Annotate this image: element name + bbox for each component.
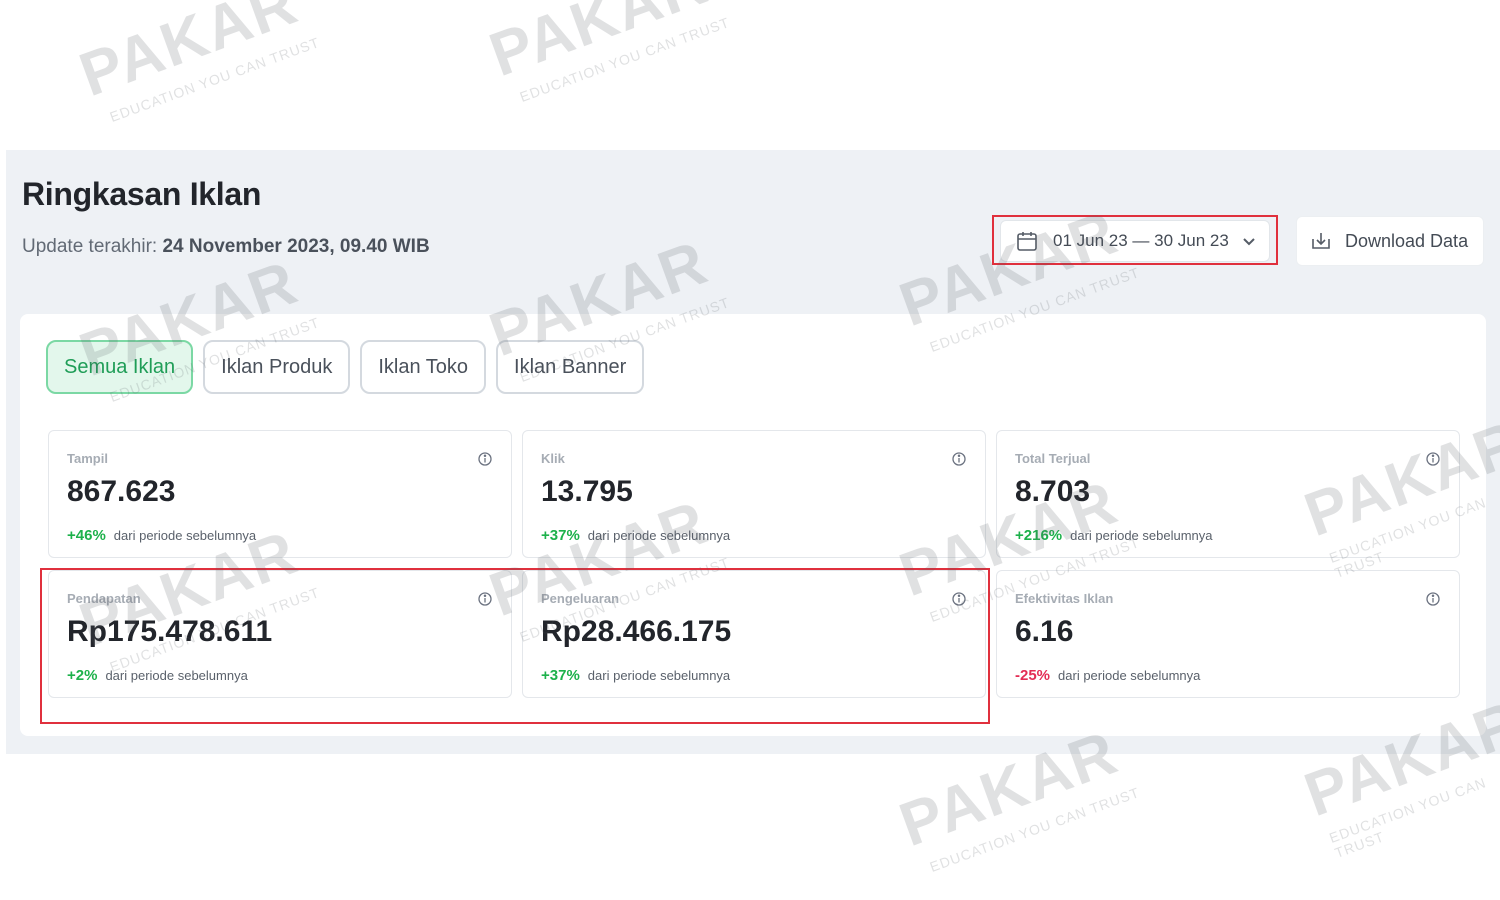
last-update: Update terakhir: 24 November 2023, 09.40… bbox=[22, 236, 430, 258]
metric-card-klik: Klik 13.795 +37% dari periode sebelumnya bbox=[522, 430, 986, 558]
metric-card-pengeluaran: Pengeluaran Rp28.466.175 +37% dari period… bbox=[522, 570, 986, 698]
metric-label: Pendapatan bbox=[67, 591, 141, 606]
metric-change-desc: dari periode sebelumnya bbox=[587, 528, 731, 543]
watermark-tagline: EDUCATION YOU CAN TRUST bbox=[927, 783, 1142, 875]
info-icon[interactable] bbox=[951, 591, 967, 607]
page-title: Ringkasan Iklan bbox=[22, 176, 262, 212]
metric-card-total-terjual: Total Terjual 8.703 +216% dari periode se… bbox=[996, 430, 1460, 558]
download-icon bbox=[1312, 233, 1330, 249]
metric-change: +2% dari periode sebelumnya bbox=[67, 667, 248, 684]
chevron-down-icon bbox=[1243, 238, 1255, 246]
metric-change-percent: +216% bbox=[1015, 527, 1063, 544]
info-icon[interactable] bbox=[477, 591, 493, 607]
watermark-brand: PAKAR bbox=[481, 0, 717, 91]
watermark: PAKAREDUCATION YOU CAN TRUST bbox=[891, 718, 1155, 875]
metric-card-efektivitas-iklan: Efektivitas Iklan 6.16 -25% dari periode … bbox=[996, 570, 1460, 698]
metric-value: Rp175.478.611 bbox=[67, 615, 273, 648]
watermark-tagline: EDUCATION YOU CAN TRUST bbox=[107, 33, 322, 125]
metric-change-percent: -25% bbox=[1015, 667, 1051, 684]
info-icon[interactable] bbox=[1425, 591, 1441, 607]
info-icon[interactable] bbox=[1425, 451, 1441, 467]
metric-change-percent: +37% bbox=[541, 527, 580, 544]
watermark-brand: PAKAR bbox=[71, 0, 307, 111]
download-label: Download Data bbox=[1345, 230, 1469, 251]
metric-card-pendapatan: Pendapatan Rp175.478.611 +2% dari periode… bbox=[48, 570, 512, 698]
metric-card-tampil: Tampil 867.623 +46% dari periode sebelumn… bbox=[48, 430, 512, 558]
metric-value: Rp28.466.175 bbox=[541, 615, 732, 648]
metric-change-desc: dari periode sebelumnya bbox=[105, 668, 248, 683]
metric-change: +37% dari periode sebelumnya bbox=[541, 667, 730, 684]
metric-label: Klik bbox=[541, 451, 565, 466]
metric-change-desc: dari periode sebelumnya bbox=[1070, 528, 1213, 543]
watermark: PAKAREDUCATION YOU CAN TRUST bbox=[1296, 688, 1500, 861]
metric-value: 8.703 bbox=[1015, 475, 1091, 508]
tab-iklan-banner[interactable]: Iklan Banner bbox=[496, 340, 645, 394]
metric-change-desc: dari periode sebelumnya bbox=[587, 668, 731, 683]
watermark-tagline: EDUCATION YOU CAN TRUST bbox=[1327, 774, 1489, 861]
download-data-button[interactable]: Download Data bbox=[1296, 216, 1484, 266]
metric-label: Pengeluaran bbox=[541, 591, 620, 606]
watermark: PAKAREDUCATION YOU CAN TRUST bbox=[481, 0, 745, 105]
metric-change: +216% dari periode sebelumnya bbox=[1015, 527, 1213, 544]
info-icon[interactable] bbox=[951, 451, 967, 467]
metric-change: -25% dari periode sebelumnya bbox=[1015, 667, 1200, 684]
date-range-picker[interactable]: 01 Jun 23 — 30 Jun 23 bbox=[1000, 220, 1270, 262]
update-label: Update terakhir: bbox=[22, 236, 158, 257]
tab-semua-iklan[interactable]: Semua Iklan bbox=[46, 340, 194, 394]
date-range-text: 01 Jun 23 — 30 Jun 23 bbox=[1053, 231, 1229, 250]
calendar-icon bbox=[1017, 232, 1037, 251]
metric-value: 867.623 bbox=[67, 475, 176, 508]
metric-label: Tampil bbox=[67, 451, 108, 466]
metric-change: +46% dari periode sebelumnya bbox=[67, 527, 256, 544]
metric-change-percent: +37% bbox=[541, 667, 580, 684]
info-icon[interactable] bbox=[477, 451, 493, 467]
watermark-tagline: EDUCATION YOU CAN TRUST bbox=[517, 13, 732, 105]
metric-change-desc: dari periode sebelumnya bbox=[113, 528, 257, 543]
metric-change: +37% dari periode sebelumnya bbox=[541, 527, 730, 544]
ad-type-tabs: Semua Iklan Iklan Produk Iklan Toko Ikla… bbox=[46, 340, 645, 394]
update-value: 24 November 2023, 09.40 WIB bbox=[162, 236, 430, 257]
metric-change-percent: +46% bbox=[67, 527, 106, 544]
metric-label: Total Terjual bbox=[1015, 451, 1091, 466]
metric-value: 6.16 bbox=[1015, 615, 1074, 648]
watermark: PAKAREDUCATION YOU CAN TRUST bbox=[71, 0, 335, 125]
tab-iklan-toko[interactable]: Iklan Toko bbox=[360, 340, 487, 394]
tab-iklan-produk[interactable]: Iklan Produk bbox=[203, 340, 351, 394]
metric-change-desc: dari periode sebelumnya bbox=[1058, 668, 1201, 683]
metric-label: Efektivitas Iklan bbox=[1015, 591, 1114, 606]
metric-change-percent: +2% bbox=[67, 667, 98, 684]
metric-value: 13.795 bbox=[541, 475, 633, 508]
